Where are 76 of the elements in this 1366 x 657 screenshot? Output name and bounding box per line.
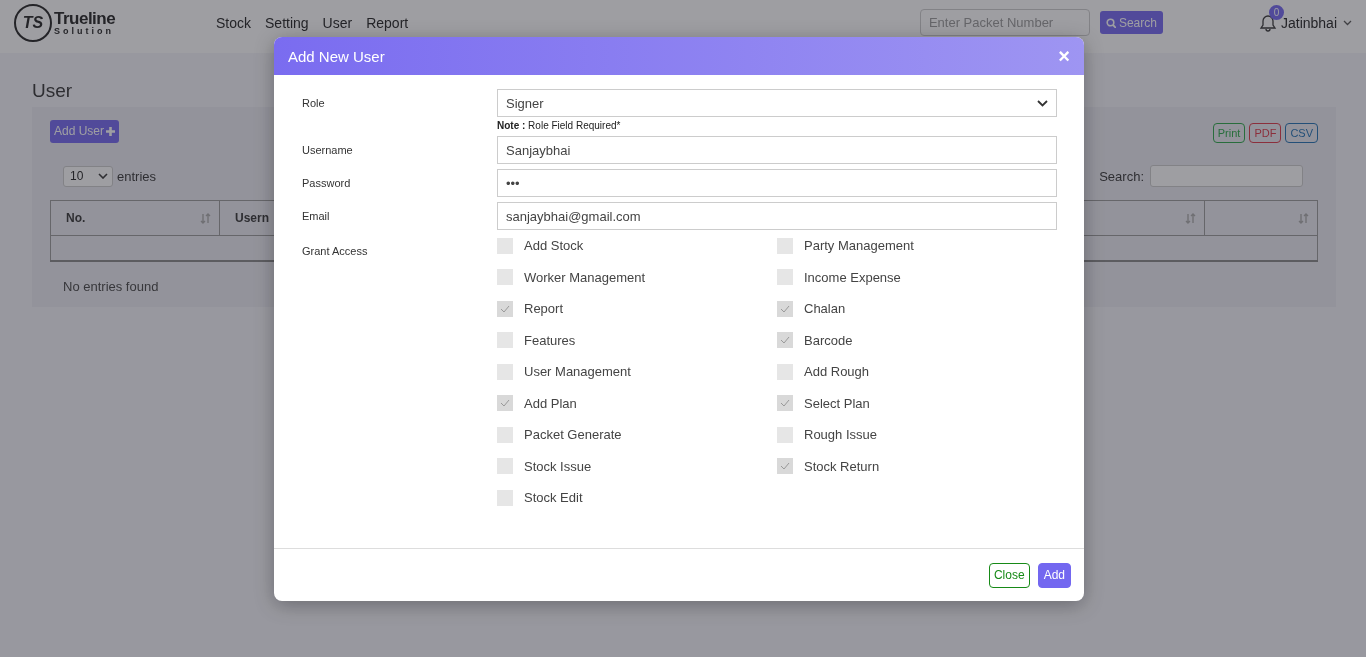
checkbox-label[interactable]: Stock Edit — [524, 490, 583, 506]
checkbox[interactable] — [497, 237, 513, 254]
checkbox-label[interactable]: Chalan — [804, 301, 846, 317]
logo-subtitle: Solution — [54, 26, 115, 36]
check-icon — [500, 399, 510, 408]
check-icon — [780, 399, 790, 408]
checkbox-label[interactable]: Stock Return — [804, 458, 880, 474]
entries-label: entries — [117, 168, 157, 184]
checkbox[interactable] — [777, 395, 793, 412]
field-label: Email — [302, 209, 331, 222]
checkbox-label[interactable]: Stock Issue — [524, 458, 592, 474]
checkbox[interactable] — [497, 269, 513, 286]
nav-link[interactable]: Stock — [216, 14, 251, 31]
checkbox[interactable] — [777, 426, 793, 443]
entries-select[interactable]: 10 — [63, 165, 113, 187]
plus-icon — [106, 126, 116, 136]
search-label: Search: — [1099, 168, 1144, 184]
checkbox-label[interactable]: Worker Management — [524, 269, 646, 285]
sort-icon[interactable] — [200, 212, 211, 224]
search-field[interactable] — [1150, 165, 1303, 187]
checkbox-label[interactable]: Add Stock — [524, 238, 584, 254]
checkbox-label[interactable]: Features — [524, 332, 576, 348]
role-select[interactable]: Signer — [497, 89, 1057, 117]
input-field[interactable]: sanjaybhai@gmail.com — [497, 202, 1057, 230]
checkbox[interactable] — [777, 363, 793, 380]
modal-title: Add New User — [288, 47, 385, 65]
checkbox-label[interactable]: Income Expense — [804, 269, 901, 285]
checkbox-label[interactable]: User Management — [524, 364, 631, 380]
checkbox[interactable] — [497, 332, 513, 349]
sort-icon[interactable] — [1185, 212, 1196, 224]
add-button[interactable]: Add — [1037, 562, 1071, 588]
field-label: Grant Access — [302, 244, 369, 257]
sort-icon[interactable] — [1298, 212, 1309, 224]
checkbox-label[interactable]: Add Plan — [524, 395, 577, 411]
page-title: User — [32, 80, 74, 102]
check-icon — [780, 462, 790, 471]
logo-title: Trueline — [54, 9, 116, 27]
chevron-down-icon — [98, 173, 108, 179]
checkbox[interactable] — [497, 426, 513, 443]
chevron-down-icon[interactable] — [1343, 19, 1352, 26]
checkbox[interactable] — [777, 269, 793, 286]
checkbox[interactable] — [777, 332, 793, 349]
field-label: Username — [302, 143, 354, 156]
close-button[interactable]: Close — [988, 562, 1030, 588]
field-label: Password — [302, 176, 352, 189]
field-label: Role — [302, 96, 326, 109]
checkbox-label[interactable]: Party Management — [804, 238, 914, 254]
checkbox-label[interactable]: Rough Issue — [804, 427, 877, 443]
nav-link[interactable]: Setting — [265, 14, 309, 31]
field-note: Note : Role Field Required* — [497, 120, 622, 131]
password-field[interactable]: ••• — [497, 169, 1057, 197]
check-icon — [780, 336, 790, 345]
nav-link[interactable]: User — [322, 14, 353, 31]
checkbox[interactable] — [497, 395, 513, 412]
notification-badge: 0 — [1268, 4, 1284, 20]
checkbox[interactable] — [777, 458, 793, 475]
checkbox-label[interactable]: Add Rough — [804, 364, 870, 380]
search-icon — [1105, 17, 1116, 28]
checkbox[interactable] — [777, 237, 793, 254]
logo-mark: TS — [14, 3, 52, 42]
chevron-down-icon — [1037, 99, 1048, 107]
check-icon — [500, 304, 510, 313]
checkbox[interactable] — [497, 489, 513, 506]
column-header[interactable]: Usern — [235, 211, 269, 225]
checkbox[interactable] — [497, 300, 513, 317]
column-header[interactable]: No. — [66, 211, 86, 225]
checkbox-label[interactable]: Report — [524, 301, 564, 317]
checkbox-label[interactable]: Packet Generate — [524, 427, 622, 443]
check-icon — [780, 304, 790, 313]
checkbox-label[interactable]: Barcode — [804, 332, 853, 348]
checkbox[interactable] — [497, 363, 513, 380]
nav-link[interactable]: Report — [366, 14, 409, 31]
checkbox[interactable] — [777, 300, 793, 317]
checkbox[interactable] — [497, 458, 513, 475]
checkbox-label[interactable]: Select Plan — [804, 395, 870, 411]
input-field[interactable]: Sanjaybhai — [497, 136, 1057, 164]
